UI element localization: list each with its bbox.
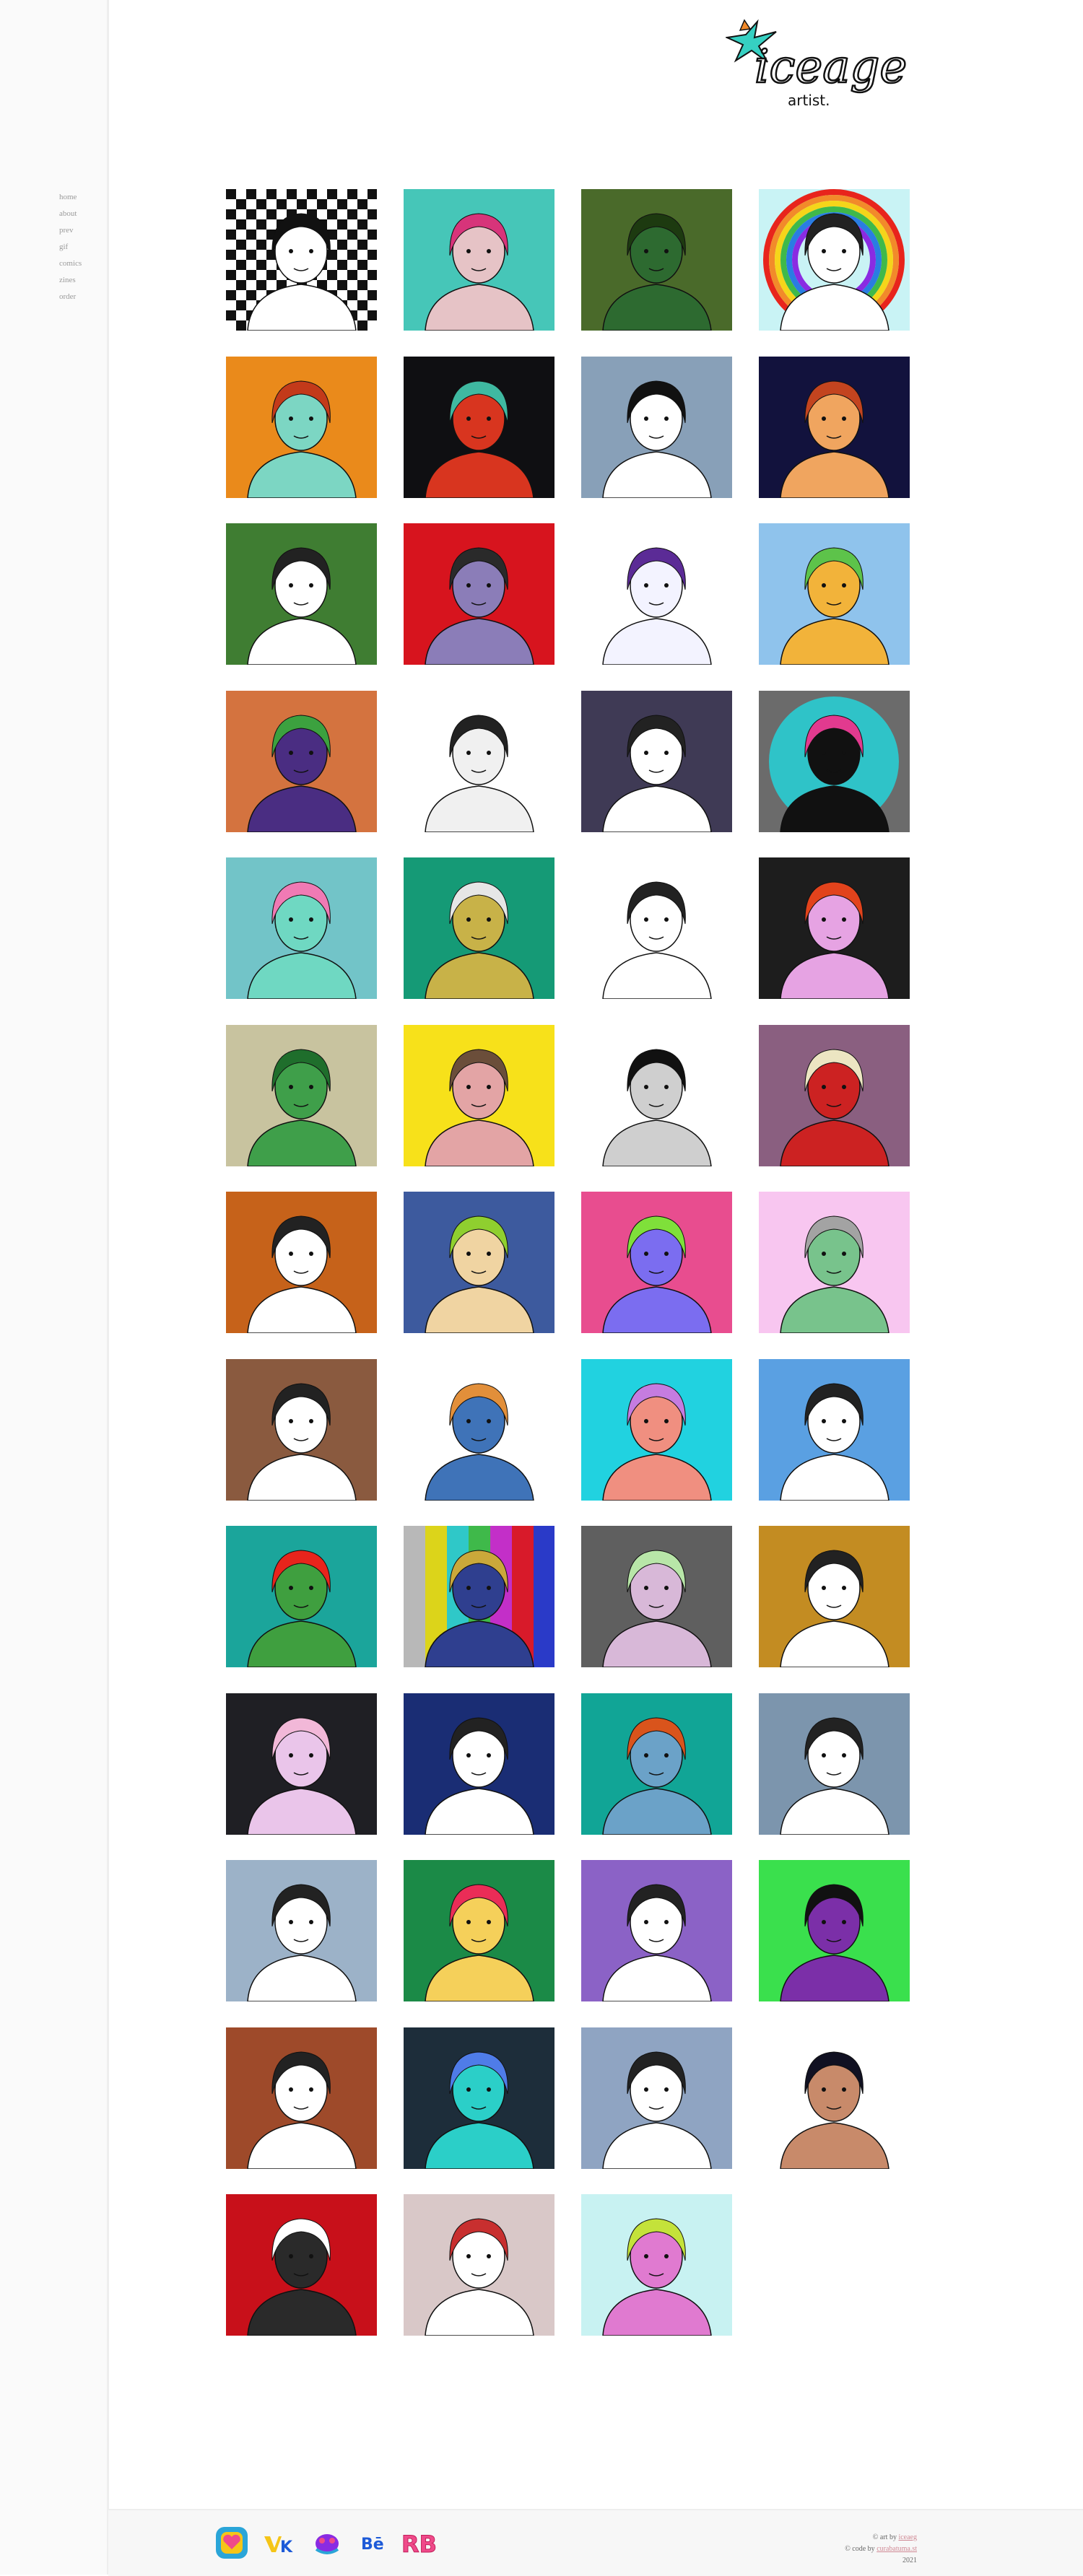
artwork-thumbnail[interactable] <box>581 523 732 665</box>
gallery-row <box>226 2027 912 2169</box>
artwork-thumbnail[interactable] <box>404 2194 554 2336</box>
svg-text:RB: RB <box>401 2531 437 2558</box>
artwork-thumbnail[interactable] <box>226 1693 377 1835</box>
nav-link-about[interactable]: about <box>59 206 82 222</box>
artwork-thumbnail[interactable] <box>226 1359 377 1501</box>
svg-text:K: K <box>280 2538 293 2557</box>
artwork-thumbnail[interactable] <box>404 1693 554 1835</box>
artwork-thumbnail[interactable] <box>759 1693 910 1835</box>
nav-link-gif[interactable]: gif <box>59 239 82 256</box>
artwork-thumbnail[interactable] <box>226 691 377 832</box>
artwork-thumbnail[interactable] <box>759 1025 910 1166</box>
artwork-thumbnail[interactable] <box>581 357 732 498</box>
nav-link-comics[interactable]: comics <box>59 256 82 272</box>
artwork-thumbnail[interactable] <box>759 189 910 331</box>
nav-link-zines[interactable]: zines <box>59 272 82 289</box>
artwork-thumbnail[interactable] <box>759 1359 910 1501</box>
artwork-thumbnail[interactable] <box>226 1860 377 2001</box>
artwork-thumbnail[interactable] <box>404 1359 554 1501</box>
gallery-row <box>226 1693 912 1835</box>
nav-link-order[interactable]: order <box>59 289 82 305</box>
art-credit: © art by iceaeg <box>845 2532 917 2544</box>
artwork-thumbnail[interactable] <box>404 523 554 665</box>
artwork-thumbnail[interactable] <box>759 691 910 832</box>
nav-link-home[interactable]: home <box>59 189 82 206</box>
artwork-thumbnail[interactable] <box>581 1860 732 2001</box>
artwork-thumbnail[interactable] <box>759 1526 910 1667</box>
footer: K Bē RB © art by iceaeg © code by curaba… <box>108 2509 1083 2576</box>
artwork-thumbnail[interactable] <box>581 189 732 331</box>
gallery-row <box>226 1025 912 1166</box>
artwork-thumbnail[interactable] <box>226 857 377 999</box>
gallery-row <box>226 857 912 999</box>
svg-text:Bē: Bē <box>361 2536 384 2554</box>
artwork-thumbnail[interactable] <box>581 857 732 999</box>
artwork-thumbnail[interactable] <box>581 1526 732 1667</box>
artwork-thumbnail[interactable] <box>404 857 554 999</box>
artwork-thumbnail[interactable] <box>581 691 732 832</box>
gallery-row <box>226 1192 912 1333</box>
logo-artwork: iceage artist. <box>724 19 908 109</box>
gallery-row <box>226 523 912 665</box>
rb-icon[interactable]: RB <box>400 2525 438 2561</box>
artwork-thumbnail[interactable] <box>226 357 377 498</box>
code-credit: © code by curabatuma.st <box>845 2544 917 2555</box>
gallery-row <box>226 691 912 832</box>
copyright-year: 2021 <box>902 2557 917 2564</box>
site-logo[interactable]: iceage artist. <box>724 16 915 117</box>
artwork-thumbnail[interactable] <box>226 1192 377 1333</box>
artwork-thumbnail[interactable] <box>226 1025 377 1166</box>
behance-icon[interactable]: Bē <box>357 2525 393 2561</box>
gallery-row <box>226 357 912 498</box>
gallery-row <box>226 1860 912 2001</box>
artwork-thumbnail[interactable] <box>226 1526 377 1667</box>
gallery-row <box>226 2194 912 2336</box>
instagram-icon[interactable] <box>214 2525 250 2561</box>
credits: © art by iceaeg © code by curabatuma.st … <box>845 2532 917 2567</box>
patreon-icon[interactable] <box>309 2525 345 2561</box>
logo-tagline: artist. <box>788 92 830 109</box>
artwork-thumbnail[interactable] <box>581 2027 732 2169</box>
artwork-thumbnail[interactable] <box>404 2027 554 2169</box>
artwork-thumbnail[interactable] <box>759 357 910 498</box>
artwork-thumbnail[interactable] <box>226 523 377 665</box>
artwork-thumbnail[interactable] <box>404 189 554 331</box>
artwork-thumbnail[interactable] <box>404 1025 554 1166</box>
artwork-thumbnail[interactable] <box>581 1192 732 1333</box>
artwork-thumbnail[interactable] <box>759 1192 910 1333</box>
artwork-thumbnail[interactable] <box>226 189 377 331</box>
artwork-thumbnail[interactable] <box>226 2027 377 2169</box>
artwork-thumbnail[interactable] <box>404 691 554 832</box>
artwork-thumbnail[interactable] <box>581 1359 732 1501</box>
artwork-thumbnail[interactable] <box>581 2194 732 2336</box>
logo-wordmark: iceage <box>754 40 907 94</box>
gallery-row <box>226 189 912 331</box>
artwork-thumbnail[interactable] <box>581 1025 732 1166</box>
artwork-thumbnail[interactable] <box>404 1192 554 1333</box>
artwork-thumbnail[interactable] <box>759 523 910 665</box>
artwork-thumbnail[interactable] <box>759 857 910 999</box>
nav-link-prev[interactable]: prev <box>59 222 82 239</box>
artwork-thumbnail[interactable] <box>404 1860 554 2001</box>
art-credit-prefix: © art by <box>872 2533 897 2541</box>
vk-icon[interactable]: K <box>261 2525 297 2561</box>
main-nav: home about prev gif comics zines order <box>59 189 82 305</box>
artwork-thumbnail[interactable] <box>759 1860 910 2001</box>
artwork-thumbnail[interactable] <box>404 357 554 498</box>
artwork-thumbnail[interactable] <box>759 2027 910 2169</box>
sidebar: home about prev gif comics zines order <box>0 0 109 2575</box>
code-credit-prefix: © code by <box>845 2545 875 2553</box>
gallery-row <box>226 1359 912 1501</box>
artwork-thumbnail[interactable] <box>226 2194 377 2336</box>
artwork-thumbnail[interactable] <box>404 1526 554 1667</box>
gallery-row <box>226 1526 912 1667</box>
code-credit-link[interactable]: curabatuma.st <box>877 2545 917 2553</box>
artwork-thumbnail[interactable] <box>581 1693 732 1835</box>
art-credit-link[interactable]: iceaeg <box>898 2533 917 2541</box>
